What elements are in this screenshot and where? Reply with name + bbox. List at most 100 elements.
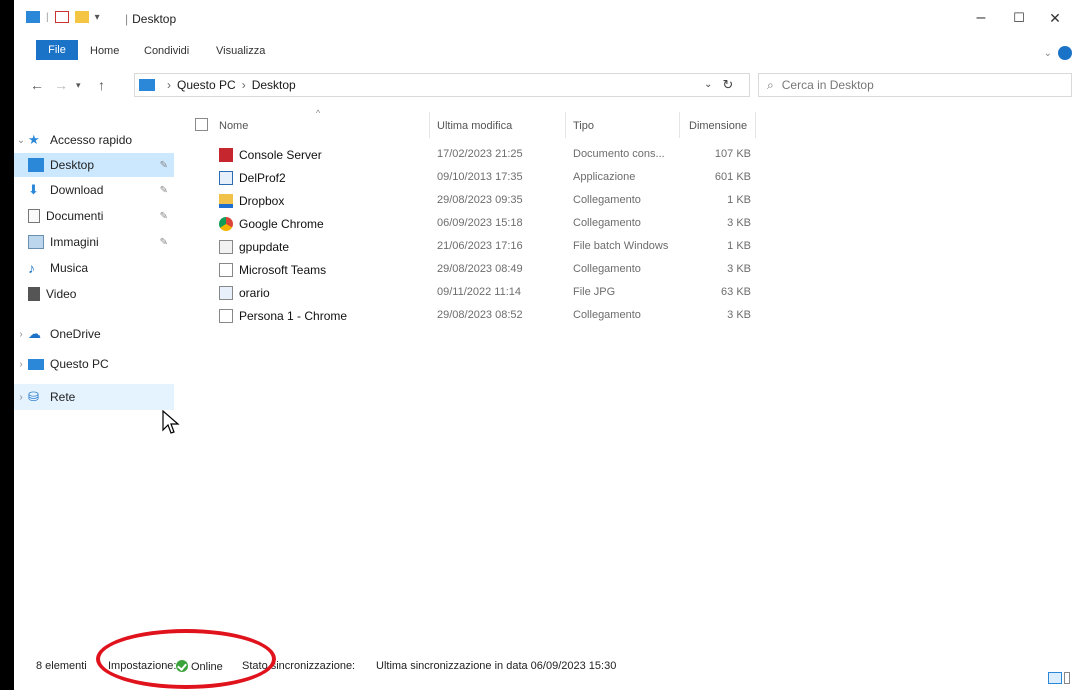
nav-item-pictures[interactable]: Immagini ✎ — [14, 230, 174, 254]
select-all-checkbox[interactable] — [195, 118, 208, 131]
address-dropdown-icon[interactable]: ⌄ — [704, 79, 712, 90]
refresh-button[interactable]: ↻ — [714, 73, 742, 97]
breadcrumb-desktop[interactable]: Desktop — [252, 78, 296, 92]
online-status: Online — [191, 661, 223, 673]
online-status-icon — [176, 660, 188, 672]
minimize-button[interactable]: – — [964, 6, 998, 30]
dropbox-icon — [219, 194, 233, 208]
column-header-name[interactable]: Nome — [219, 114, 248, 138]
file-size: 3 KB — [727, 217, 751, 229]
back-arrow-icon[interactable]: ← — [30, 77, 44, 93]
sync-text: Ultima sincronizzazione in data 06/09/20… — [376, 660, 617, 672]
file-name: Persona 1 - Chrome — [239, 309, 348, 323]
recent-locations-icon[interactable]: ▾ — [76, 80, 81, 91]
file-name: gpupdate — [239, 240, 290, 254]
application-icon — [219, 171, 233, 185]
forward-arrow-icon[interactable]: → — [54, 77, 68, 93]
address-bar[interactable]: › Questo PC › Desktop — [134, 73, 750, 97]
chevron-right-icon[interactable]: › — [14, 359, 28, 370]
file-date: 29/08/2023 08:49 — [437, 263, 523, 275]
file-name: Dropbox — [239, 194, 285, 208]
nav-item-desktop[interactable]: Desktop ✎ — [14, 153, 174, 177]
chevron-down-icon[interactable]: ⌄ — [14, 135, 28, 146]
status-bar: 8 elementi Impostazione: Online Stato si… — [14, 648, 1072, 690]
file-row[interactable]: Dropbox 29/08/2023 09:35 Collegamento 1 … — [179, 190, 769, 213]
file-row[interactable]: DelProf2 09/10/2013 17:35 Applicazione 6… — [179, 167, 769, 190]
file-type: Collegamento — [573, 217, 641, 229]
breadcrumb-this-pc[interactable]: Questo PC — [177, 78, 236, 92]
column-header-size[interactable]: Dimensione — [689, 114, 747, 138]
tab-file[interactable]: File — [36, 40, 78, 60]
file-size: 1 KB — [727, 240, 751, 252]
help-icon[interactable] — [1058, 46, 1072, 60]
nav-item-video[interactable]: Video — [14, 282, 174, 306]
file-row[interactable]: Google Chrome 06/09/2023 15:18 Collegame… — [179, 213, 769, 236]
video-icon — [28, 287, 40, 301]
file-date: 06/09/2023 15:18 — [437, 217, 523, 229]
properties-icon[interactable] — [54, 11, 69, 23]
pin-icon[interactable]: ✎ — [160, 211, 168, 222]
file-type: Applicazione — [573, 171, 636, 183]
item-count: 8 elementi — [36, 660, 87, 672]
file-size: 3 KB — [727, 263, 751, 275]
new-folder-icon[interactable] — [74, 11, 89, 23]
large-icons-view-icon[interactable] — [1064, 672, 1070, 684]
column-divider[interactable] — [679, 112, 680, 138]
close-button[interactable]: ✕ — [1038, 6, 1072, 30]
column-header-modified[interactable]: Ultima modifica — [437, 114, 512, 138]
file-row[interactable]: Persona 1 - Chrome 29/08/2023 08:52 Coll… — [179, 305, 769, 328]
chevron-right-icon[interactable]: › — [14, 392, 28, 403]
up-arrow-icon[interactable]: ↑ — [98, 77, 105, 93]
file-row[interactable]: Microsoft Teams 29/08/2023 08:49 Collega… — [179, 259, 769, 282]
file-type: File batch Windows — [573, 240, 669, 252]
tab-home[interactable]: Home — [90, 42, 119, 60]
details-view-icon[interactable] — [1048, 672, 1062, 684]
chevron-right-icon[interactable]: › — [14, 329, 28, 340]
column-header-type[interactable]: Tipo — [573, 114, 594, 138]
chevron-right-icon[interactable]: › — [167, 78, 171, 92]
file-row[interactable]: gpupdate 21/06/2023 17:16 File batch Win… — [179, 236, 769, 259]
file-row[interactable]: orario 09/11/2022 11:14 File JPG 63 KB — [179, 282, 769, 305]
shortcut-icon — [219, 309, 233, 323]
file-explorer-window: | ▾ | Desktop – ☐ ✕ File Home Condividi V… — [14, 0, 1072, 690]
nav-item-quick-access[interactable]: ⌄ ★ Accesso rapido — [14, 128, 174, 152]
pin-icon[interactable]: ✎ — [160, 237, 168, 248]
tab-share[interactable]: Condividi — [144, 42, 189, 60]
chrome-icon — [219, 217, 233, 231]
pin-icon[interactable]: ✎ — [160, 160, 168, 171]
file-type: Documento cons... — [573, 148, 665, 160]
navigation-bar: ← → ▾ ↑ › Questo PC › Desktop ⌄ ↻ ⌕ Cerc… — [14, 70, 1072, 100]
pin-icon[interactable]: ✎ — [160, 185, 168, 196]
nav-item-network[interactable]: › ⛁ Rete — [14, 384, 174, 410]
file-name: DelProf2 — [239, 171, 286, 185]
nav-item-download[interactable]: ⬇ Download ✎ — [14, 178, 174, 202]
file-date: 21/06/2023 17:16 — [437, 240, 523, 252]
file-row[interactable]: Console Server 17/02/2023 21:25 Document… — [179, 144, 769, 167]
search-box[interactable]: ⌕ Cerca in Desktop — [758, 73, 1072, 97]
chevron-right-icon[interactable]: › — [242, 78, 246, 92]
tab-view[interactable]: Visualizza — [216, 42, 265, 60]
shortcut-icon — [219, 263, 233, 277]
batch-file-icon — [219, 240, 233, 254]
nav-item-this-pc[interactable]: › Questo PC — [14, 352, 174, 376]
mouse-pointer-icon — [162, 410, 180, 434]
nav-item-onedrive[interactable]: › ☁ OneDrive — [14, 322, 174, 346]
column-divider[interactable] — [429, 112, 430, 138]
nav-item-documents[interactable]: Documenti ✎ — [14, 204, 174, 228]
console-file-icon — [219, 148, 233, 162]
setting-label: Impostazione: — [108, 660, 177, 672]
search-placeholder: Cerca in Desktop — [781, 78, 874, 92]
column-divider[interactable] — [565, 112, 566, 138]
music-icon: ♪ — [28, 260, 35, 276]
image-file-icon — [219, 286, 233, 300]
pictures-icon — [28, 235, 44, 249]
sync-label: Stato sincronizzazione: — [242, 660, 356, 672]
customize-toolbar-icon[interactable]: ▾ — [95, 12, 100, 23]
ribbon-tabs: File Home Condividi Visualizza ⌄ — [14, 36, 1072, 64]
file-size: 1 KB — [727, 194, 751, 206]
nav-item-music[interactable]: ♪ Musica — [14, 256, 174, 280]
expand-ribbon-icon[interactable]: ⌄ — [1044, 48, 1052, 59]
column-divider[interactable] — [755, 112, 756, 138]
maximize-button[interactable]: ☐ — [1002, 6, 1036, 30]
explorer-icon — [26, 11, 40, 23]
